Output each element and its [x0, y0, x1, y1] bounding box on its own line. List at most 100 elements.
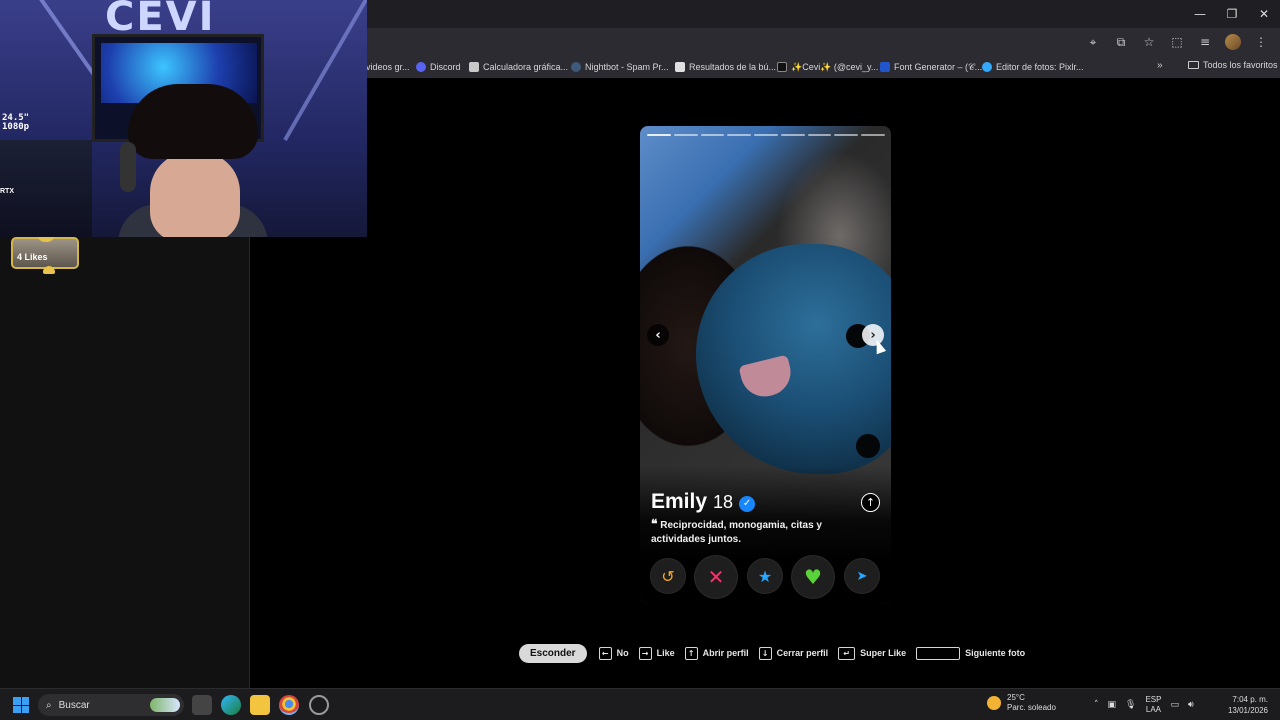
document-icon [675, 62, 685, 72]
photo-progress-segment [700, 134, 725, 136]
chrome-icon[interactable] [279, 695, 299, 715]
edge-icon[interactable] [221, 695, 241, 715]
likes-card[interactable]: 4 Likes [11, 234, 79, 274]
volume-icon[interactable]: 🔊︎ [1188, 700, 1194, 710]
bookmark-item[interactable]: Calculadora gráfica... [469, 60, 568, 74]
pixlr-icon [982, 62, 992, 72]
bookmark-item[interactable]: Font Generator – (𝒞... [880, 60, 982, 74]
clock[interactable]: 7:04 p. m. 13/01/2026 [1228, 694, 1268, 716]
shortcut-label: Super Like [860, 648, 907, 658]
photo-progress-segment [834, 134, 859, 136]
send-icon: ➤ [856, 568, 868, 584]
bookmark-label: ✨Cevi✨ (@cevi_y... [791, 61, 879, 72]
bookmark-item[interactable]: Nightbot - Spam Pr... [571, 60, 669, 74]
all-bookmarks-label: Todos los favoritos [1203, 60, 1278, 70]
streamer-face [150, 152, 240, 237]
streamer-hair [128, 84, 258, 159]
bookmark-item[interactable]: Discord [416, 60, 461, 74]
clock-time: 7:04 p. m. [1232, 695, 1268, 704]
shortcut-label: Like [656, 648, 675, 658]
photo-progress-segment [647, 134, 671, 136]
likes-label: 4 Likes [17, 252, 48, 262]
photo-progress-segment [780, 134, 805, 136]
open-profile-button[interactable]: ↑ [861, 493, 880, 512]
headset-icon [120, 142, 136, 192]
language-indicator[interactable]: ESP LAA [1145, 695, 1161, 715]
photo-progress-segment [807, 134, 832, 136]
nope-button[interactable]: ✕ [695, 556, 737, 598]
network-icon[interactable]: ▭ [1170, 700, 1179, 710]
install-icon[interactable]: ⧉ [1110, 31, 1132, 53]
weather-widget[interactable]: 25°C Parc. soleado [987, 693, 1056, 713]
windows-start-icon[interactable] [13, 697, 29, 713]
hide-shortcuts-button[interactable]: Esconder [519, 643, 587, 663]
taskbar-search[interactable]: ⌕ Buscar [38, 694, 184, 716]
shortcut-label: Abrir perfil [702, 648, 749, 658]
bookmark-item[interactable]: Editor de fotos: Pixlr... [982, 60, 1084, 74]
streamer [118, 84, 268, 237]
app-tray-icon[interactable]: ▣ [1108, 700, 1117, 710]
nightbot-icon [571, 62, 581, 72]
toolbar-icons: ⌖ ⧉ ☆ ⬚ ≡ ⋮ [1082, 31, 1272, 53]
close-button[interactable]: ✕ [1248, 0, 1280, 28]
rewind-icon: ↺ [661, 566, 675, 586]
calculator-icon [469, 62, 479, 72]
bookmark-label: Calculadora gráfica... [483, 62, 569, 72]
media-icon[interactable]: ≡ [1194, 31, 1216, 53]
taskbar: ⌕ Buscar 25°C Parc. soleado ˄ ▣ 🎙︎ ESP L… [0, 688, 1280, 720]
profile-name-row: Emily 18 ✓ [651, 490, 756, 514]
microphone-icon[interactable]: 🎙︎ [1125, 700, 1136, 710]
shortcut-super-like: ↵ Super Like [838, 646, 907, 660]
shortcut-label: Cerrar perfil [776, 648, 829, 658]
shortcut-label: Siguiente foto [965, 648, 1026, 658]
arrow-up-key-icon: ↑ [684, 646, 698, 660]
bookmarks-overflow-icon[interactable]: » [1157, 60, 1163, 71]
shortcut-no: ← No [598, 646, 629, 660]
photo-progress-segment [673, 134, 698, 136]
bookmark-label: Resultados de la bú... [689, 62, 777, 72]
previous-photo-button[interactable]: ‹ [647, 324, 669, 346]
star-icon: ★ [757, 566, 773, 586]
bookmark-label: Editor de fotos: Pixlr... [996, 62, 1084, 72]
like-button[interactable]: ♥ [792, 556, 834, 598]
shortcut-next-photo: Siguiente foto [916, 646, 1026, 660]
task-view-icon[interactable] [192, 695, 212, 715]
verified-badge-icon: ✓ [739, 495, 756, 512]
minimize-button[interactable]: — [1184, 0, 1216, 28]
search-icon: ⌕ [46, 699, 52, 711]
space-key-icon [916, 646, 961, 660]
bookmark-label: videos gr... [366, 62, 410, 72]
chevron-up-icon[interactable]: ˄ [1094, 700, 1099, 710]
enter-key-icon: ↵ [838, 646, 856, 660]
profile-name: Emily [651, 490, 708, 513]
arrow-left-key-icon: ← [598, 646, 612, 660]
font-generator-icon [880, 62, 890, 72]
monitor-box-text: 24.5" 1080p [2, 113, 30, 132]
profile-avatar[interactable] [1222, 31, 1244, 53]
arrow-right-key-icon: → [638, 646, 652, 660]
boost-button[interactable]: ➤ [845, 559, 879, 593]
action-buttons: ↺ ✕ ★ ♥ ➤ [650, 556, 882, 598]
lang-top: ESP [1145, 695, 1162, 704]
bookmark-label: Discord [430, 62, 461, 72]
obs-icon[interactable] [309, 695, 329, 715]
extensions-icon[interactable]: ⬚ [1166, 31, 1188, 53]
heart-icon: ♥ [804, 565, 822, 589]
search-placeholder: Buscar [58, 699, 90, 711]
menu-icon[interactable]: ⋮ [1250, 31, 1272, 53]
bookmark-item[interactable]: ✨Cevi✨ (@cevi_y... [777, 60, 878, 74]
maximize-button[interactable]: ❐ [1216, 0, 1248, 28]
all-bookmarks-button[interactable]: Todos los favoritos [1188, 60, 1278, 70]
super-like-button[interactable]: ★ [748, 559, 782, 593]
star-icon[interactable]: ☆ [1138, 31, 1160, 53]
quote-icon: ❝ [651, 517, 658, 531]
location-icon[interactable]: ⌖ [1082, 31, 1104, 53]
bio-text: Reciprocidad, monogamia, citas y activid… [651, 520, 822, 545]
lang-bottom: LAA [1145, 705, 1162, 714]
arrow-down-key-icon: ↓ [758, 646, 772, 660]
bookmark-item[interactable]: Resultados de la bú... [675, 60, 776, 74]
rewind-button[interactable]: ↺ [651, 559, 685, 593]
arrow-up-icon: ↑ [865, 496, 876, 509]
file-explorer-icon[interactable] [250, 695, 270, 715]
shortcut-label: No [616, 648, 629, 658]
